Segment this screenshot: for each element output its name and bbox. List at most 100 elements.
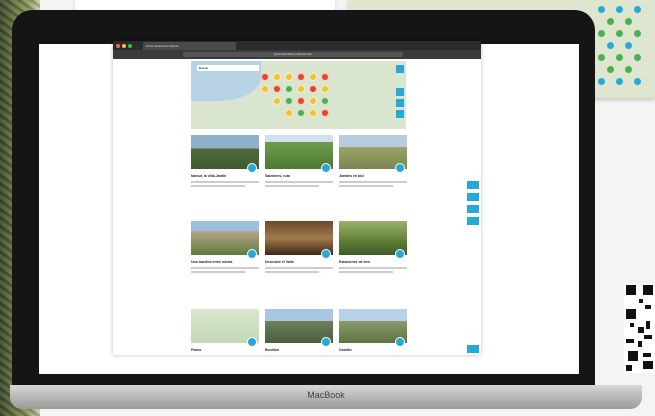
map-marker bbox=[607, 18, 614, 25]
route-card[interactable]: Estaciones de tren bbox=[339, 221, 407, 273]
route-card-image bbox=[191, 135, 259, 173]
map-marker bbox=[625, 42, 632, 49]
qr-module bbox=[643, 285, 653, 295]
route-card-title: Salzinnes, ruta bbox=[265, 174, 290, 178]
qr-module bbox=[643, 353, 651, 357]
qr-module bbox=[646, 321, 650, 329]
qr-module bbox=[643, 361, 653, 369]
map-cluster-marker[interactable] bbox=[285, 85, 293, 93]
map-cluster-marker[interactable] bbox=[309, 73, 317, 81]
minimize-dot[interactable] bbox=[122, 44, 126, 48]
route-badge-icon bbox=[321, 163, 331, 173]
route-card[interactable]: Namur, la villa-Jardin bbox=[191, 135, 259, 187]
route-card-title: Castillo bbox=[339, 348, 352, 352]
qr-module bbox=[645, 305, 651, 309]
route-badge-icon bbox=[247, 163, 257, 173]
route-card-image bbox=[191, 309, 259, 347]
route-card-image bbox=[191, 221, 259, 259]
map-cluster-marker[interactable] bbox=[297, 109, 305, 117]
map-layer-button[interactable] bbox=[396, 88, 404, 96]
map-marker bbox=[625, 18, 632, 25]
route-badge-icon bbox=[395, 337, 405, 347]
route-card[interactable]: Castillo bbox=[339, 309, 407, 355]
route-badge-icon bbox=[321, 337, 331, 347]
side-print-button[interactable] bbox=[467, 193, 479, 201]
route-card-image bbox=[339, 309, 407, 347]
map-cluster-marker[interactable] bbox=[297, 73, 305, 81]
map-cluster-marker[interactable] bbox=[273, 85, 281, 93]
route-card-title: Una basílica entre ruinas bbox=[191, 260, 233, 264]
text-line bbox=[265, 271, 320, 273]
browser-window: En la naturaleza Valonia www.naturaleza-… bbox=[113, 41, 481, 355]
side-mail-button[interactable] bbox=[467, 205, 479, 213]
side-top-button[interactable] bbox=[467, 217, 479, 225]
map-cluster-marker[interactable] bbox=[273, 73, 281, 81]
route-badge-icon bbox=[395, 163, 405, 173]
route-badge-icon bbox=[247, 337, 257, 347]
map-cluster-marker[interactable] bbox=[261, 73, 269, 81]
laptop-base: MacBook bbox=[10, 385, 642, 409]
map-cluster-marker[interactable] bbox=[321, 109, 329, 117]
map-cluster-marker[interactable] bbox=[321, 97, 329, 105]
side-share-button[interactable] bbox=[467, 181, 479, 189]
route-card[interactable]: Bouillon bbox=[265, 309, 333, 355]
map-marker bbox=[598, 6, 605, 13]
map-zoom-button[interactable] bbox=[396, 65, 404, 73]
map-marker bbox=[607, 66, 614, 73]
route-card-image bbox=[339, 221, 407, 259]
text-line bbox=[265, 185, 320, 187]
route-card-image bbox=[265, 221, 333, 259]
address-bar[interactable]: www.naturaleza-valonia.com bbox=[183, 52, 403, 57]
route-card[interactable]: Descubre el Valle bbox=[265, 221, 333, 273]
browser-toolbar: www.naturaleza-valonia.com bbox=[113, 50, 481, 59]
route-card-image bbox=[339, 135, 407, 173]
map-marker bbox=[634, 30, 641, 37]
map-cluster-marker[interactable] bbox=[309, 109, 317, 117]
browser-tab[interactable]: En la naturaleza Valonia bbox=[143, 42, 236, 50]
map-marker bbox=[598, 54, 605, 61]
map-cluster-marker[interactable] bbox=[297, 97, 305, 105]
qr-module bbox=[626, 339, 634, 343]
map-cluster-marker[interactable] bbox=[273, 97, 281, 105]
text-line bbox=[339, 267, 407, 269]
map-cluster-marker[interactable] bbox=[261, 85, 269, 93]
maximize-dot[interactable] bbox=[128, 44, 132, 48]
route-card[interactable]: Jambes en bici bbox=[339, 135, 407, 187]
map-cluster-marker[interactable] bbox=[285, 109, 293, 117]
close-dot[interactable] bbox=[116, 44, 120, 48]
qr-module bbox=[626, 285, 636, 295]
qr-module bbox=[626, 309, 636, 319]
text-line bbox=[339, 185, 394, 187]
map-cluster-marker[interactable] bbox=[309, 97, 317, 105]
scroll-top-button[interactable] bbox=[467, 345, 479, 353]
qr-module bbox=[639, 299, 643, 303]
qr-module bbox=[638, 327, 644, 333]
qr-module bbox=[630, 323, 634, 327]
text-line bbox=[339, 271, 394, 273]
map-cluster-marker[interactable] bbox=[285, 73, 293, 81]
text-line bbox=[339, 181, 407, 183]
map-cluster-marker[interactable] bbox=[309, 85, 317, 93]
route-card-image bbox=[265, 135, 333, 173]
route-card[interactable]: Paseo bbox=[191, 309, 259, 355]
map-filter-button[interactable] bbox=[396, 99, 404, 107]
route-badge-icon bbox=[321, 249, 331, 259]
route-card[interactable]: Una basílica entre ruinas bbox=[191, 221, 259, 273]
map-marker bbox=[634, 78, 641, 85]
map-marker bbox=[616, 30, 623, 37]
route-card[interactable]: Salzinnes, ruta bbox=[265, 135, 333, 187]
map-cluster-marker[interactable] bbox=[297, 85, 305, 93]
map-marker bbox=[625, 66, 632, 73]
map-marker bbox=[634, 54, 641, 61]
map-cluster-marker[interactable] bbox=[321, 73, 329, 81]
qr-module bbox=[628, 351, 638, 361]
cluster-map[interactable]: Buscar bbox=[191, 61, 406, 129]
map-marker bbox=[616, 54, 623, 61]
map-locate-button[interactable] bbox=[396, 110, 404, 118]
map-cluster-marker[interactable] bbox=[321, 85, 329, 93]
text-line bbox=[191, 267, 259, 269]
laptop-brand-label: MacBook bbox=[307, 390, 345, 400]
map-search-input[interactable]: Buscar bbox=[197, 65, 259, 71]
map-cluster-marker[interactable] bbox=[285, 97, 293, 105]
route-badge-icon bbox=[247, 249, 257, 259]
